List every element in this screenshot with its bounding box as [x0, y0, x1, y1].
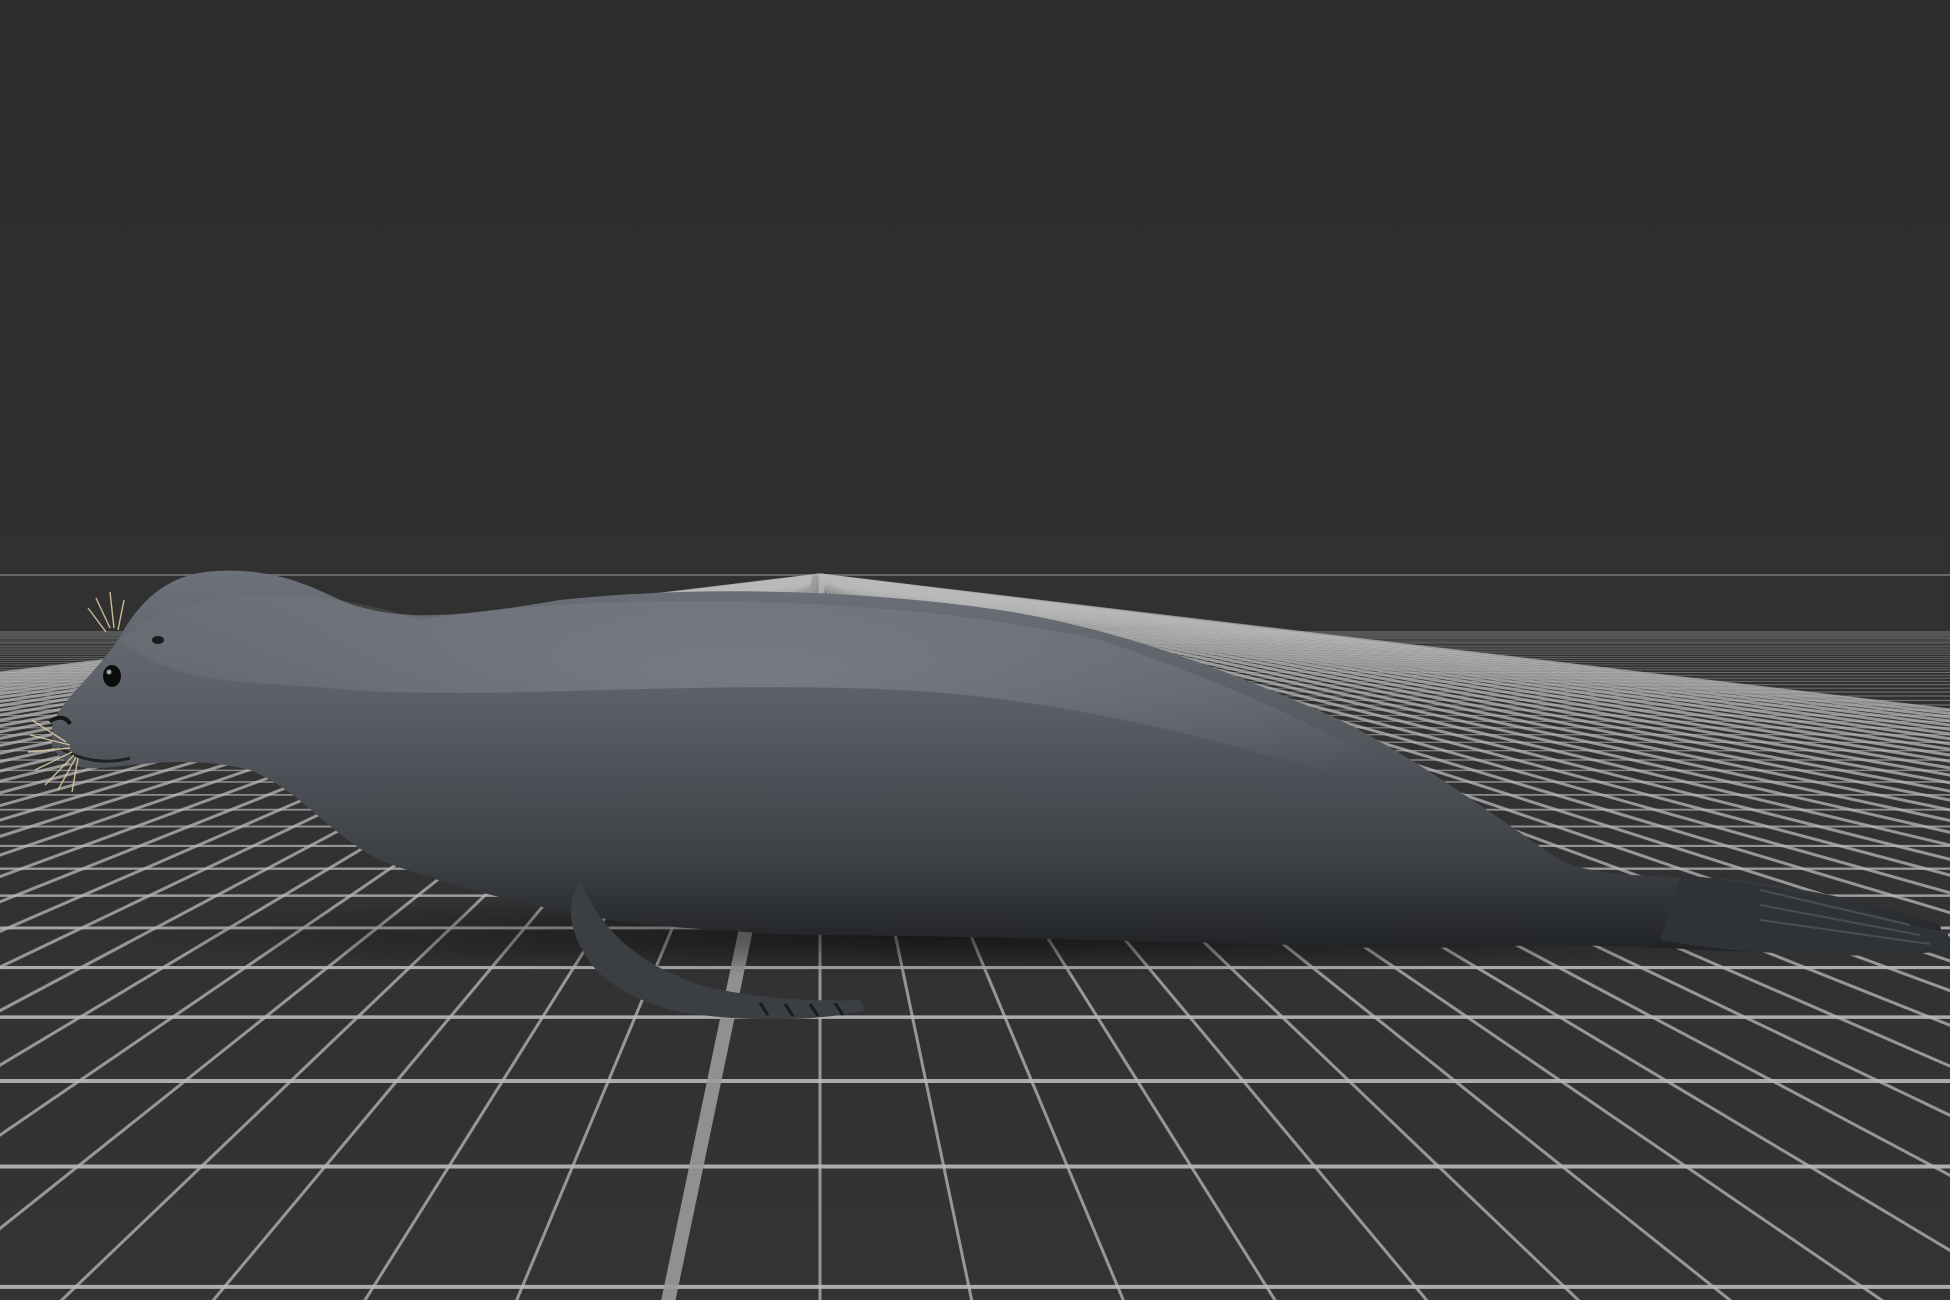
seal-eye-highlight — [106, 669, 112, 675]
seal-eye — [103, 665, 121, 687]
3d-viewport[interactable] — [0, 0, 1950, 1300]
viewport-scene[interactable] — [0, 0, 1950, 1300]
seal-ear — [152, 636, 164, 644]
